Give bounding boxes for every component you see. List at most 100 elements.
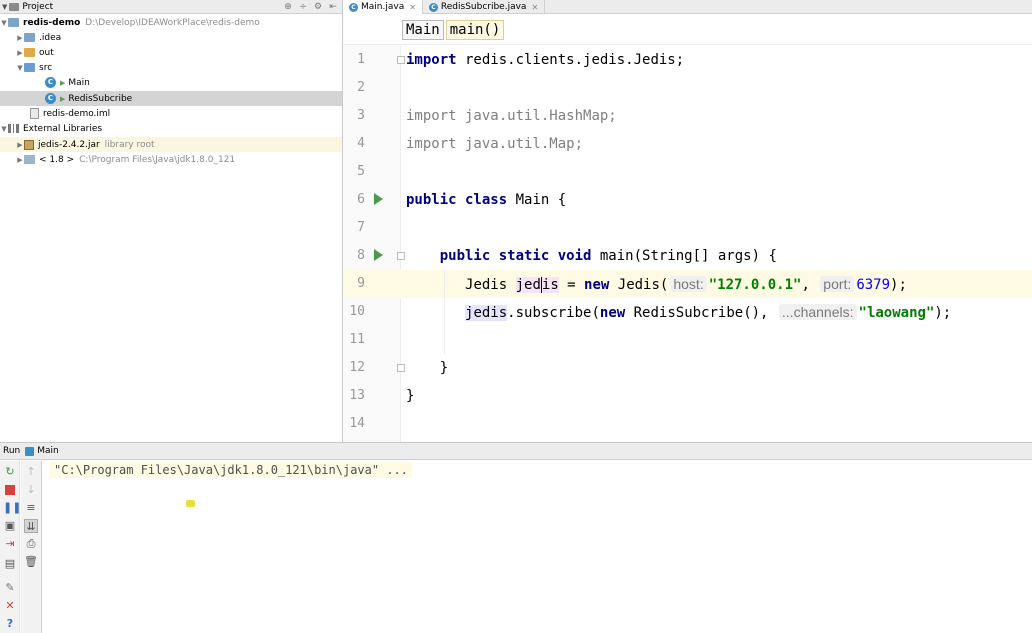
rerun-icon[interactable]: ↻ (3, 465, 17, 479)
breadcrumb-method[interactable]: main() (445, 19, 505, 40)
expand-arrow-icon[interactable]: ▶ (16, 49, 24, 57)
fold-marker-icon[interactable] (397, 252, 405, 260)
code-line-4[interactable]: 4 import java.util.Map; (343, 130, 1032, 158)
stop-icon[interactable] (3, 483, 17, 497)
up-arrow-icon[interactable]: ↑ (24, 465, 38, 479)
expand-arrow-icon[interactable]: ▶ (16, 34, 24, 42)
code-line-2[interactable]: 2 (343, 74, 1032, 102)
tree-item-external-libraries[interactable]: ▼ External Libraries (0, 121, 342, 136)
code-text: = (558, 277, 585, 293)
print-icon[interactable]: ⎙ (24, 537, 38, 551)
run-panel-header: Run Main (0, 443, 1032, 460)
scroll-to-end-icon[interactable]: ⇊ (24, 519, 38, 533)
panel-dropdown-icon[interactable]: ▼ (2, 3, 7, 11)
expand-arrow-icon[interactable]: ▼ (0, 125, 8, 133)
run-panel-title[interactable]: Run (3, 446, 20, 456)
code-line-12[interactable]: 12 } (343, 354, 1032, 382)
code-line-9[interactable]: 9 Jedis jedis = new Jedis(host: "127.0.0.… (343, 270, 1032, 298)
fold-marker-icon[interactable] (397, 364, 405, 372)
down-arrow-icon[interactable]: ↓ (24, 483, 38, 497)
scroll-from-source-icon[interactable]: ⊕ (282, 2, 294, 12)
tree-item-main[interactable]: C ▶ Main (0, 75, 342, 90)
code-line-11[interactable]: 11 (343, 326, 1032, 354)
code-line-7[interactable]: 7 (343, 214, 1032, 242)
expand-arrow-icon[interactable]: ▶ (16, 141, 24, 149)
close-icon[interactable]: ✕ (3, 599, 17, 613)
runnable-marker-icon: ▶ (60, 78, 66, 87)
jar-icon (24, 139, 34, 150)
expand-arrow-icon[interactable]: ▶ (16, 156, 24, 164)
pin-icon[interactable]: ✎ (3, 581, 17, 595)
soft-wrap-icon[interactable]: ≡ (24, 501, 38, 515)
keyword: public class (406, 192, 508, 208)
settings-gear-icon[interactable]: ⚙ (312, 2, 324, 12)
tree-item-out[interactable]: ▶ out (0, 45, 342, 60)
line-number: 11 (349, 332, 365, 347)
tree-item-jdk[interactable]: ▶ < 1.8 > C:\Program Files\Java\jdk1.8.0… (0, 152, 342, 167)
tree-item-src[interactable]: ▼ src (0, 60, 342, 75)
code-line-3[interactable]: 3 import java.util.HashMap; (343, 102, 1032, 130)
line-number: 12 (349, 360, 365, 375)
code-line-8[interactable]: 8 public static void main(String[] args)… (343, 242, 1032, 270)
dump-threads-icon[interactable]: ▣ (3, 519, 17, 533)
tab-main-java[interactable]: C Main.java ✕ (343, 0, 423, 14)
tree-item-redis-demo[interactable]: ▼ redis-demo D:\Develop\IDEAWorkPlace\re… (0, 15, 342, 30)
keyword: import (406, 136, 457, 152)
line-number: 4 (357, 136, 365, 151)
expand-arrow-icon[interactable]: ▼ (16, 64, 24, 72)
exit-icon[interactable]: ⇥ (3, 537, 17, 551)
mouse-cursor-highlight (186, 500, 195, 507)
close-icon[interactable]: ✕ (531, 3, 538, 12)
keyword: import (406, 52, 457, 68)
pause-icon[interactable]: ❚❚ (3, 501, 21, 515)
code-line-13[interactable]: 13 } (343, 382, 1032, 410)
code-text: main(String[] args) { (591, 248, 777, 264)
tree-item-redissubcribe[interactable]: C ▶ RedisSubcribe (0, 91, 342, 106)
run-gutter-icon[interactable] (374, 193, 383, 205)
hide-panel-icon[interactable]: ⇤ (327, 2, 339, 12)
folder-icon (24, 48, 35, 57)
collapse-all-icon[interactable]: ÷ (297, 2, 309, 12)
layout-icon[interactable]: ▤ (3, 557, 17, 571)
run-config-tab[interactable]: Main (37, 446, 59, 456)
line-number: 1 (357, 52, 365, 67)
breadcrumb-class[interactable]: Main (402, 19, 444, 40)
help-icon[interactable]: ? (3, 617, 17, 631)
code-text: ); (890, 277, 907, 293)
fold-marker-icon[interactable] (397, 56, 405, 64)
tree-item-jedis-jar[interactable]: ▶ jedis-2.4.2.jar library root (0, 137, 342, 152)
java-class-icon: C (45, 93, 56, 104)
source-folder-icon (24, 63, 35, 72)
tree-item-label: out (39, 47, 54, 58)
string-literal: "laowang" (858, 305, 935, 321)
code-line-5[interactable]: 5 (343, 158, 1032, 186)
keyword: public static void (439, 248, 592, 264)
code-text: java.util.HashMap; (456, 108, 617, 124)
line-number: 2 (357, 80, 365, 95)
java-class-icon: C (428, 2, 438, 12)
code-line-1[interactable]: 1 import redis.clients.jedis.Jedis; (343, 46, 1032, 74)
run-toolbar-left: ↻ ❚❚ ▣ ⇥ ▤ ✎ ✕ ? (0, 461, 21, 633)
tree-item-label: jedis-2.4.2.jar (38, 139, 100, 150)
breadcrumb: Main main() (343, 15, 1032, 45)
close-icon[interactable]: ✕ (409, 3, 416, 12)
console-output[interactable]: "C:\Program Files\Java\jdk1.8.0_121\bin\… (50, 462, 413, 478)
code-line-14[interactable]: 14 (343, 410, 1032, 438)
keyword: import (406, 108, 457, 124)
clear-all-icon[interactable]: 🗑 (24, 555, 38, 569)
expand-arrow-icon[interactable]: ▼ (0, 19, 8, 27)
run-config-icon (25, 446, 35, 456)
code-text: , (801, 277, 819, 293)
line-number: 14 (349, 416, 365, 431)
tab-redissubcribe-java[interactable]: C RedisSubcribe.java ✕ (423, 0, 546, 14)
code-line-6[interactable]: 6 public class Main { (343, 186, 1032, 214)
run-gutter-icon[interactable] (374, 249, 383, 261)
code-line-10[interactable]: 10 jedis.subscribe(new RedisSubcribe(), … (343, 298, 1032, 326)
code-text: } (406, 360, 449, 376)
tree-item-iml[interactable]: redis-demo.iml (0, 106, 342, 121)
variable-jedis: jedis (515, 277, 559, 293)
tree-item-idea[interactable]: ▶ .idea (0, 30, 342, 45)
library-icon (8, 124, 19, 133)
project-panel-title[interactable]: Project (22, 2, 53, 12)
